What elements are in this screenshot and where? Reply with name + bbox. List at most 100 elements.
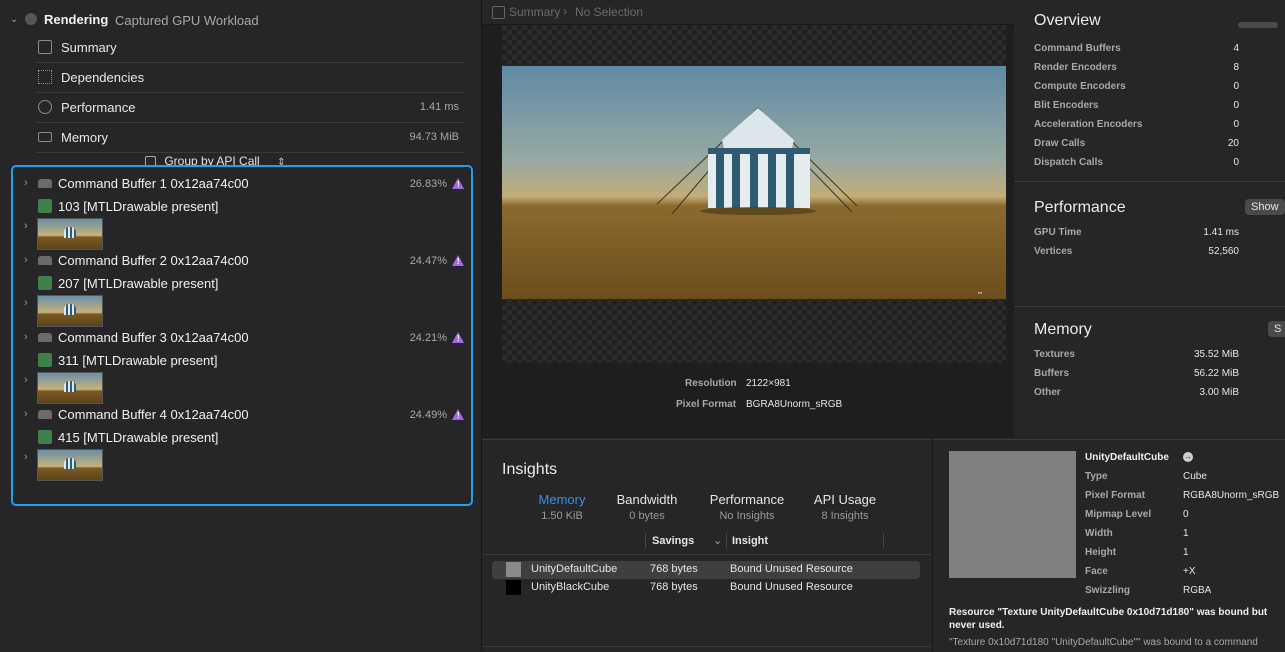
breadcrumb-summary[interactable]: Summary (509, 5, 560, 19)
nav-item-summary[interactable]: Summary (36, 33, 465, 63)
overview-title-clip: Overview (1034, 0, 1101, 28)
draw-call-row[interactable]: 103 [MTLDrawable present] (36, 197, 456, 217)
chevron-right-icon[interactable]: › (24, 297, 28, 309)
resource-preview[interactable] (949, 451, 1076, 578)
column-header-insight[interactable]: Insight (732, 535, 768, 547)
column-divider (645, 533, 646, 549)
command-buffer-icon (38, 179, 52, 188)
nav-item-performance[interactable]: Performance 1.41 ms (36, 93, 465, 123)
root-title[interactable]: Rendering (44, 12, 108, 27)
overview-key: Render Encoders (1034, 62, 1117, 73)
go-to-arrow-icon[interactable]: → (1183, 452, 1193, 462)
memory-key: Other (1034, 387, 1061, 398)
chevron-right-icon[interactable]: › (24, 374, 28, 386)
attachment-thumbnail[interactable] (37, 449, 103, 481)
overview-show-button[interactable] (1238, 22, 1278, 28)
tab-sublabel: No Insights (719, 510, 775, 522)
tab-label: API Usage (813, 492, 877, 507)
debug-navigator: ⌄ Rendering Captured GPU Workload Summar… (0, 0, 482, 651)
attachment-thumbnail[interactable] (37, 218, 103, 250)
attachment-thumbnail-row[interactable]: › (24, 372, 144, 406)
tab-bandwidth[interactable]: Bandwidth 0 bytes (592, 492, 702, 522)
performance-title: Performance (1034, 199, 1126, 216)
chevron-right-icon[interactable]: › (24, 177, 28, 189)
property-key: Width (1085, 528, 1113, 539)
nav-item-dependencies[interactable]: Dependencies (36, 63, 465, 93)
insight-resource-name: UnityDefaultCube (531, 563, 618, 575)
tab-sublabel: 8 Insights (821, 510, 869, 522)
chevron-right-icon[interactable]: › (24, 254, 28, 266)
pixel-format-value: BGRA8Unorm_sRGB (746, 399, 843, 410)
overview-key: Blit Encoders (1034, 100, 1099, 111)
insight-detail: "Texture 0x10d71d180 "UnityDefaultCube""… (949, 637, 1258, 648)
warning-icon[interactable]: ! (452, 255, 464, 266)
draw-call-row[interactable]: 311 [MTLDrawable present] (36, 351, 456, 371)
tab-api-usage[interactable]: API Usage 8 Insights (790, 492, 900, 522)
attachment-thumbnail[interactable] (37, 372, 103, 404)
nav-item-label: Dependencies (61, 70, 145, 85)
tab-label: Bandwidth (616, 492, 678, 507)
attachment-thumbnail-row[interactable]: › (24, 295, 144, 329)
overview-key: Draw Calls (1034, 138, 1086, 149)
overview-key: Acceleration Encoders (1034, 119, 1143, 130)
sort-chevron-icon[interactable]: ⌄ (713, 534, 722, 547)
command-buffer-row[interactable]: › Command Buffer 3 0x12aa74c00 24.21% ! (24, 329, 469, 349)
command-buffer-row[interactable]: › Command Buffer 2 0x12aa74c00 24.47% ! (24, 252, 469, 272)
command-buffer-percent: 24.49% (409, 409, 447, 421)
insight-row-selected[interactable]: UnityDefaultCube 768 bytes Bound Unused … (492, 561, 920, 579)
draw-call-row[interactable]: 207 [MTLDrawable present] (36, 274, 456, 294)
command-buffer-label: Command Buffer 2 0x12aa74c00 (58, 253, 249, 268)
jump-bar: Summary › No Selection (482, 0, 1014, 25)
breadcrumb-separator-icon: › (563, 4, 567, 18)
command-buffer-percent: 24.47% (409, 255, 447, 267)
property-value: 1 (1183, 547, 1189, 558)
attachment-thumbnail[interactable] (37, 295, 103, 327)
command-buffer-row[interactable]: › Command Buffer 4 0x12aa74c00 24.49% ! (24, 406, 469, 426)
insight-savings: 768 bytes (650, 581, 698, 593)
property-key: Face (1085, 566, 1108, 577)
nav-item-memory[interactable]: Memory 94.73 MiB (36, 123, 465, 153)
memory-show-button[interactable]: S (1268, 321, 1285, 337)
texture-canvas[interactable]: ▪▪▪ (502, 25, 1006, 363)
chevron-right-icon[interactable]: › (24, 220, 28, 232)
drawable-icon (38, 276, 52, 290)
column-divider (726, 533, 727, 549)
grid-icon[interactable] (492, 6, 505, 19)
resolution-label: Resolution (685, 378, 737, 389)
disclosure-chevron-icon[interactable]: ⌄ (10, 14, 18, 25)
warning-icon[interactable]: ! (452, 178, 464, 189)
divider (482, 646, 931, 647)
overview-value: 0 (1233, 157, 1239, 168)
gauge-icon (38, 100, 52, 114)
performance-show-button[interactable]: Show (1245, 199, 1285, 215)
chevron-right-icon[interactable]: › (24, 331, 28, 343)
property-value: RGBA (1183, 585, 1212, 596)
column-header-savings[interactable]: Savings (652, 535, 694, 547)
performance-value: 1.41 ms (419, 101, 459, 113)
overlay-text: ▪▪▪ (978, 290, 983, 295)
memory-key: Buffers (1034, 368, 1070, 379)
attachment-thumbnail-row[interactable]: › (24, 449, 144, 483)
summary-panel: Overview Command Buffers 4 Render Encode… (1014, 0, 1285, 438)
rendered-frame-image: ▪▪▪ (502, 66, 1006, 299)
insights-title: Insights (502, 461, 558, 478)
command-buffer-icon (38, 410, 52, 419)
insight-row[interactable]: UnityBlackCube 768 bytes Bound Unused Re… (492, 579, 920, 597)
command-buffer-percent: 24.21% (409, 332, 447, 344)
overview-value: 0 (1233, 100, 1239, 111)
draw-call-label: 207 [MTLDrawable present] (58, 276, 219, 291)
insight-savings: 768 bytes (650, 563, 698, 575)
attachment-thumbnail-row[interactable]: › (24, 218, 144, 252)
chevron-right-icon[interactable]: › (24, 451, 28, 463)
warning-icon[interactable]: ! (452, 409, 464, 420)
draw-call-label: 415 [MTLDrawable present] (58, 430, 219, 445)
tab-performance[interactable]: Performance No Insights (692, 492, 802, 522)
chevron-right-icon[interactable]: › (24, 408, 28, 420)
warning-icon[interactable]: ! (452, 332, 464, 343)
nav-item-label: Summary (61, 40, 117, 55)
command-buffer-label: Command Buffer 4 0x12aa74c00 (58, 407, 249, 422)
command-buffer-row[interactable]: › Command Buffer 1 0x12aa74c00 26.83% ! (24, 175, 469, 195)
draw-call-row[interactable]: 415 [MTLDrawable present] (36, 428, 456, 448)
breadcrumb-selection[interactable]: No Selection (575, 5, 643, 19)
nav-item-label: Performance (61, 100, 136, 115)
